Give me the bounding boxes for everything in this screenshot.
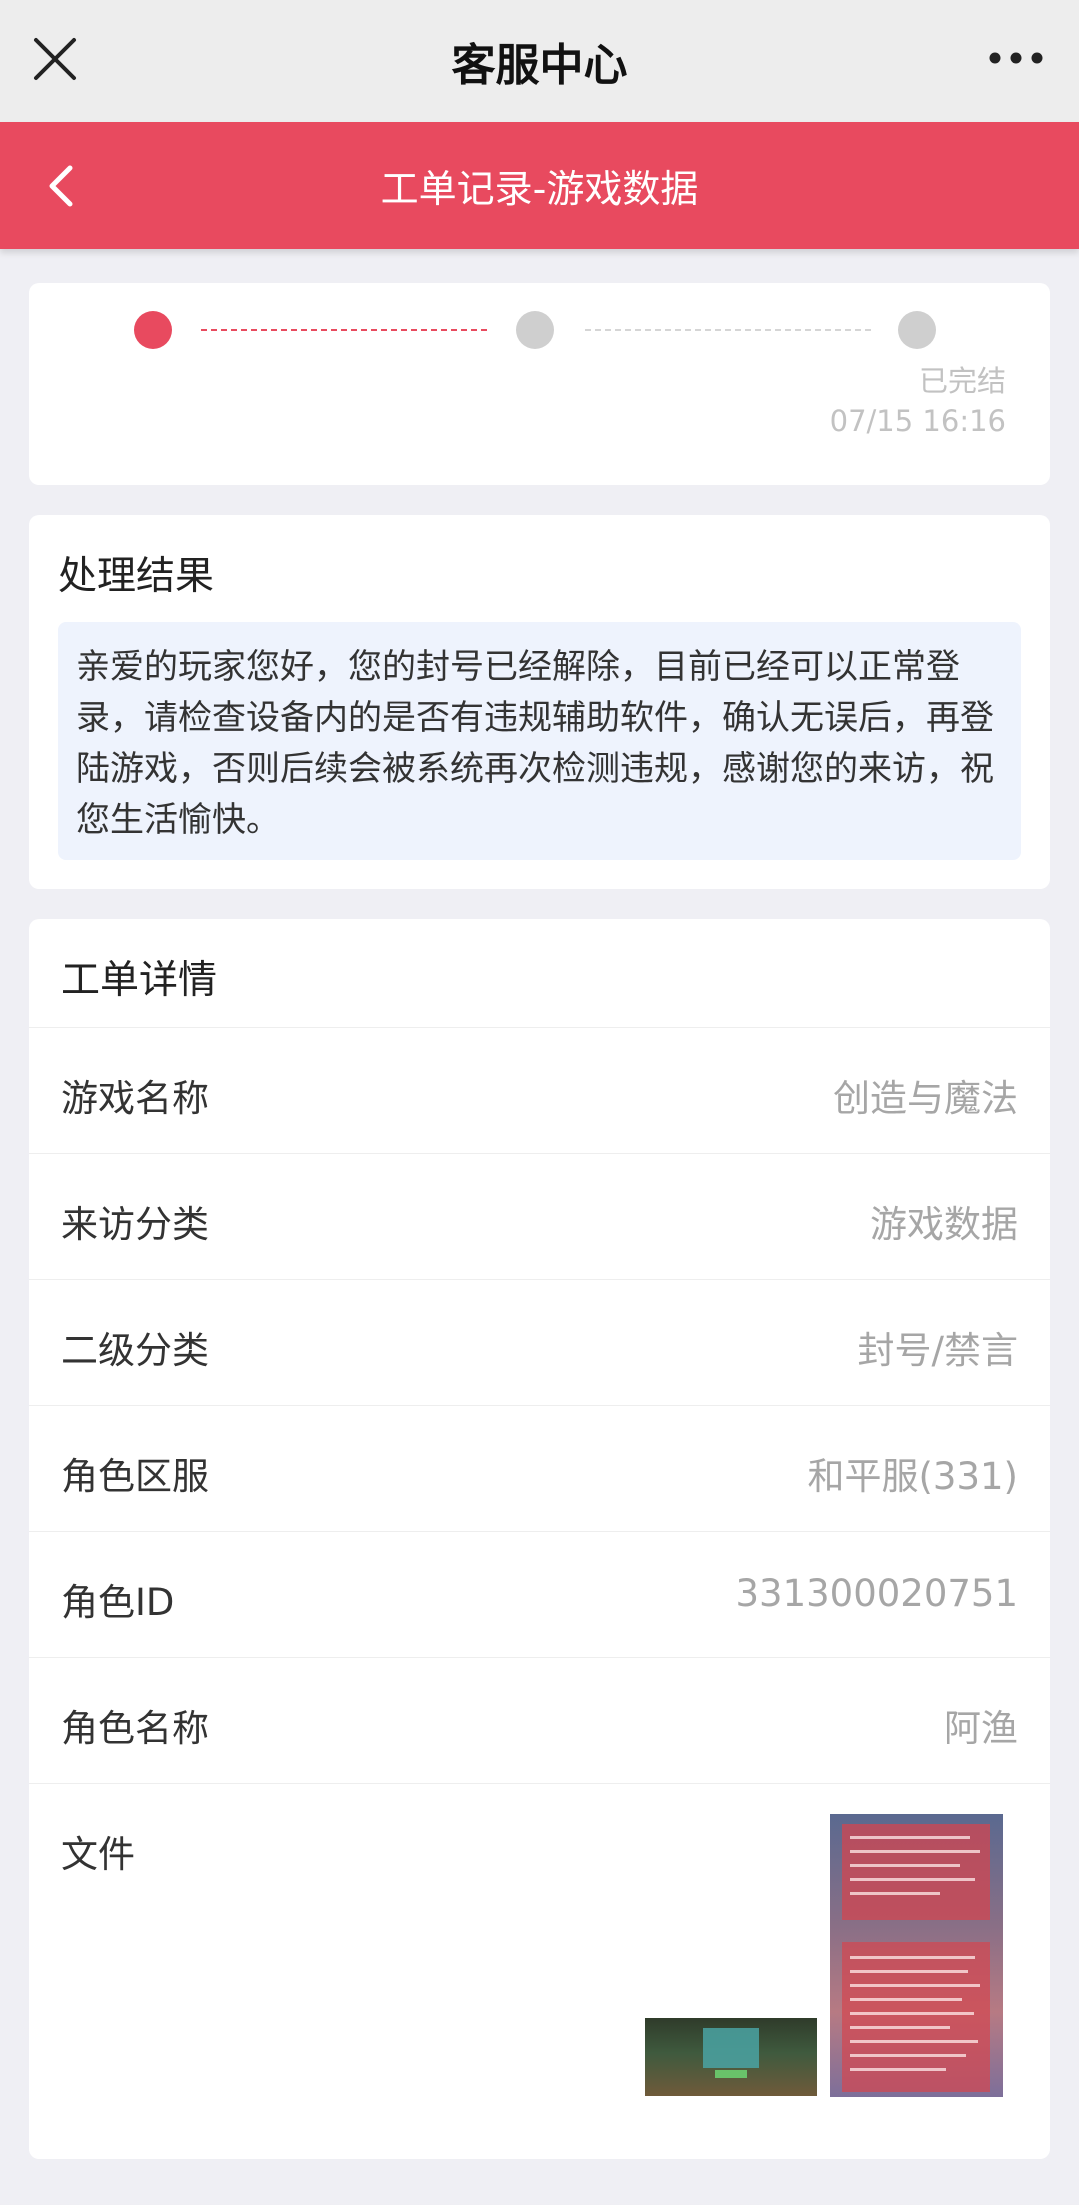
result-message: 亲爱的玩家您好，您的封号已经解除，目前已经可以正常登录，请检查设备内的是否有违规…	[58, 622, 1021, 860]
progress-step-2	[516, 311, 554, 349]
row-label: 角色ID	[61, 1581, 175, 1624]
progress-connector	[201, 329, 487, 331]
row-value: 331300020751	[735, 1572, 1019, 1615]
chevron-left-icon[interactable]	[42, 162, 82, 210]
page-header: 工单记录-游戏数据	[0, 122, 1079, 249]
detail-card: 工单详情 游戏名称 创造与魔法 来访分类 游戏数据 二级分类 封号/禁言 角色区…	[29, 919, 1050, 2159]
progress-step-3	[898, 311, 936, 349]
progress-card: 已完结 07/15 16:16	[29, 283, 1050, 485]
page-title: 工单记录-游戏数据	[380, 167, 699, 211]
progress-final-label: 已完结 07/15 16:16	[830, 361, 1006, 441]
row-value: 创造与魔法	[833, 1077, 1018, 1120]
row-value: 封号/禁言	[857, 1329, 1018, 1372]
row-label: 角色区服	[61, 1455, 209, 1498]
detail-row-subcategory: 二级分类 封号/禁言	[29, 1279, 1050, 1406]
attachment-thumbnail[interactable]	[645, 2018, 817, 2096]
more-dots-icon[interactable]	[987, 48, 1045, 68]
progress-step-1	[134, 311, 172, 349]
row-value: 阿渔	[944, 1707, 1018, 1750]
result-card: 处理结果 亲爱的玩家您好，您的封号已经解除，目前已经可以正常登录，请检查设备内的…	[29, 515, 1050, 889]
close-icon[interactable]	[32, 36, 78, 82]
detail-row-role-id: 角色ID 331300020751	[29, 1531, 1050, 1658]
detail-row-role-name: 角色名称 阿渔	[29, 1657, 1050, 1784]
detail-heading: 工单详情	[61, 958, 218, 1003]
row-value: 游戏数据	[870, 1203, 1018, 1246]
detail-row-files: 文件	[29, 1783, 1050, 2149]
row-label: 游戏名称	[61, 1077, 209, 1120]
top-navigation-bar: 客服中心	[0, 0, 1079, 122]
row-label: 二级分类	[61, 1329, 209, 1372]
final-status-time: 07/15 16:16	[829, 404, 1006, 438]
detail-row-game-name: 游戏名称 创造与魔法	[29, 1027, 1050, 1154]
result-heading: 处理结果	[58, 554, 215, 599]
app-title: 客服中心	[451, 40, 628, 91]
attachment-thumbnail[interactable]	[830, 1814, 1003, 2097]
row-label: 角色名称	[61, 1707, 209, 1750]
progress-connector	[585, 329, 871, 331]
detail-row-visit-category: 来访分类 游戏数据	[29, 1153, 1050, 1280]
row-label: 文件	[61, 1833, 135, 1876]
row-label: 来访分类	[61, 1203, 209, 1246]
row-value: 和平服(331)	[807, 1455, 1019, 1498]
final-status-text: 已完结	[918, 364, 1006, 398]
detail-row-server: 角色区服 和平服(331)	[29, 1405, 1050, 1532]
